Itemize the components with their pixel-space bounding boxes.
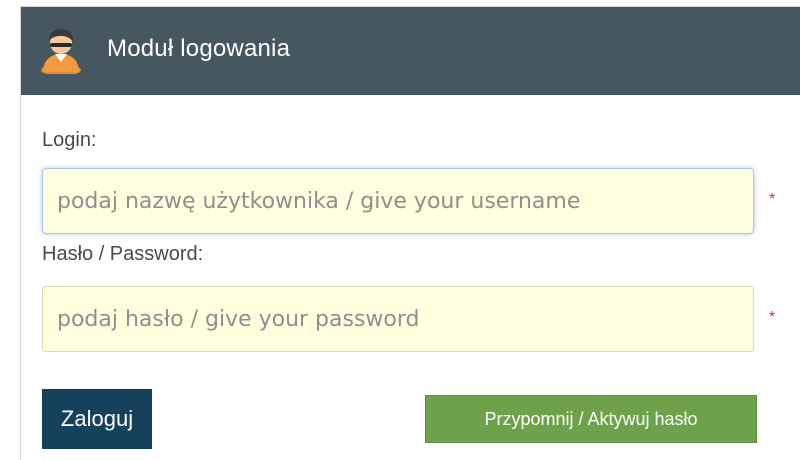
panel-header: Moduł logowania (21, 7, 800, 95)
login-panel: Moduł logowania Login: * Hasło / Passwor… (20, 6, 800, 460)
login-button[interactable]: Zaloguj (42, 389, 152, 449)
remind-password-button[interactable]: Przypomnij / Aktywuj hasło (425, 395, 757, 443)
password-required-marker: * (769, 309, 776, 326)
password-input[interactable] (42, 286, 754, 352)
user-avatar-icon (41, 29, 81, 74)
login-label: Login: (42, 129, 97, 151)
password-label: Hasło / Password: (42, 243, 204, 265)
username-input[interactable] (42, 168, 754, 234)
login-required-marker: * (769, 191, 776, 208)
panel-title: Moduł logowania (107, 35, 291, 62)
